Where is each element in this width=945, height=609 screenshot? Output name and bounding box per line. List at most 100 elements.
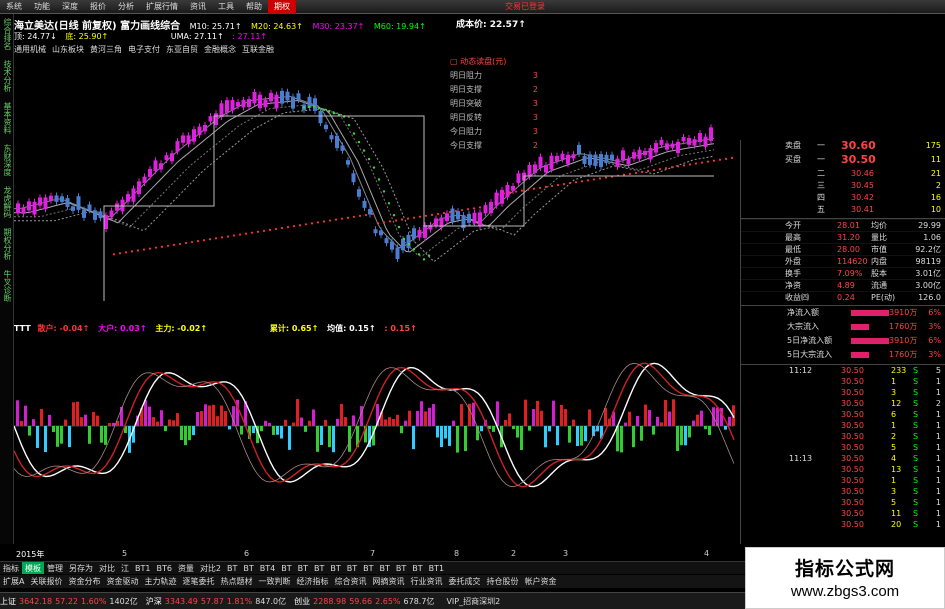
axis-month: 2 bbox=[511, 549, 517, 558]
candlestick-chart[interactable] bbox=[14, 56, 740, 318]
support-dot bbox=[214, 237, 218, 240]
concept-tag[interactable]: 金融概念 bbox=[204, 45, 236, 54]
candle-body bbox=[395, 247, 400, 260]
menu-item-8[interactable]: 帮助 bbox=[240, 0, 268, 14]
support-dot bbox=[688, 163, 692, 166]
menu-item-3[interactable]: 报价 bbox=[84, 0, 112, 14]
indicator-tab-2[interactable]: 管理 bbox=[44, 562, 66, 574]
left-tab-0[interactable]: 综合排名 bbox=[2, 18, 13, 50]
extension-tab-0[interactable]: 扩展A bbox=[0, 575, 27, 588]
extension-tab-4[interactable]: 主力轨迹 bbox=[141, 575, 179, 588]
extension-tab-3[interactable]: 资金驱动 bbox=[103, 575, 141, 588]
indicator-tab-14[interactable]: BT bbox=[295, 562, 311, 574]
order-volume: 2 bbox=[935, 181, 941, 190]
indicator-tab-20[interactable]: BT bbox=[393, 562, 409, 574]
support-dot bbox=[514, 190, 518, 193]
candle-body bbox=[93, 210, 97, 220]
menu-item-7[interactable]: 工具 bbox=[212, 0, 240, 14]
index-quote[interactable]: 沪深 3343.49 57.87 1.81% 847.0亿 bbox=[146, 597, 286, 606]
indicator-tab-16[interactable]: BT bbox=[327, 562, 343, 574]
candle-body bbox=[637, 149, 642, 159]
extension-tab-11[interactable]: 行业资讯 bbox=[407, 575, 445, 588]
concept-tag[interactable]: 电子支付 bbox=[128, 45, 160, 54]
menu-item-5[interactable]: 扩展行情 bbox=[140, 0, 184, 14]
extension-tab-6[interactable]: 热点题材 bbox=[217, 575, 255, 588]
support-dot bbox=[190, 240, 194, 244]
indicator-tab-9[interactable]: 对比2 bbox=[197, 562, 224, 574]
extension-tab-2[interactable]: 资金分布 bbox=[65, 575, 103, 588]
candle-body bbox=[588, 154, 592, 165]
tick-list[interactable]: 11:12 30.50 233 S 5 30.50 1 S 1 30.50 3 S 1 30.50 12 S 2… bbox=[741, 364, 945, 530]
extension-tab-10[interactable]: 网摘资讯 bbox=[369, 575, 407, 588]
concept-tag[interactable]: 通用机械 bbox=[14, 45, 46, 54]
candle-body bbox=[230, 100, 235, 111]
left-tab-1[interactable]: 技术分析 bbox=[2, 60, 13, 92]
indicator-tab-19[interactable]: BT bbox=[377, 562, 393, 574]
menu-item-0[interactable]: 系统 bbox=[0, 0, 28, 14]
extension-tab-14[interactable]: 帐户资金 bbox=[521, 575, 559, 588]
money-flow: 净流入额 3910万 6% 大宗流入 1760万 3% 5日净流入额 3910万 6% 5日大宗流… bbox=[741, 305, 945, 362]
indicator-tab-13[interactable]: BT bbox=[278, 562, 294, 574]
indicator-tab-15[interactable]: BT bbox=[311, 562, 327, 574]
index-quote[interactable]: 创业 2288.98 59.66 2.65% 678.7亿 bbox=[294, 597, 434, 606]
left-tab-2[interactable]: 基本资料 bbox=[2, 102, 13, 134]
flow-histogram-bar bbox=[24, 405, 27, 426]
candle-body bbox=[577, 144, 581, 155]
indicator-tab-4[interactable]: 对比 bbox=[96, 562, 118, 574]
extension-tab-1[interactable]: 关联报价 bbox=[27, 575, 65, 588]
indicator-tab-18[interactable]: BT bbox=[360, 562, 376, 574]
concept-tag[interactable]: 互联金融 bbox=[242, 45, 274, 54]
menu-item-2[interactable]: 深度 bbox=[56, 0, 84, 14]
concept-tag[interactable]: 黄河三角 bbox=[90, 45, 122, 54]
extension-tab-5[interactable]: 逐笔委托 bbox=[179, 575, 217, 588]
order-level[interactable]: 卖盘 一 30.60 175 bbox=[741, 140, 945, 154]
left-tab-5[interactable]: 期权分析 bbox=[2, 228, 13, 260]
indicator-tab-1[interactable]: 模板 bbox=[22, 562, 44, 574]
extension-tab-12[interactable]: 委托成交 bbox=[445, 575, 483, 588]
left-tab-4[interactable]: 龙虎解码 bbox=[2, 186, 13, 218]
left-tab-3[interactable]: 东财深度 bbox=[2, 144, 13, 176]
extension-tab-8[interactable]: 经济指标 bbox=[293, 575, 331, 588]
indicator-tab-17[interactable]: BT bbox=[344, 562, 360, 574]
index-quote[interactable]: 上证 3642.18 57.22 1.60% 1402亿 bbox=[0, 597, 138, 606]
menu-item-4[interactable]: 分析 bbox=[112, 0, 140, 14]
flow-histogram-bar bbox=[408, 410, 411, 426]
indicator-tab-6[interactable]: BT1 bbox=[132, 562, 153, 574]
order-level[interactable]: 五 30.41 10 bbox=[741, 204, 945, 216]
order-level[interactable]: 四 30.42 16 bbox=[741, 192, 945, 204]
signal-dot bbox=[392, 214, 396, 217]
indicator-tab-8[interactable]: 资量 bbox=[175, 562, 197, 574]
left-tab-6[interactable]: 牛叉诊断 bbox=[2, 270, 13, 302]
tick-volume: 11 bbox=[891, 509, 902, 518]
order-level[interactable]: 三 30.45 2 bbox=[741, 180, 945, 192]
extension-tab-7[interactable]: 一致判断 bbox=[255, 575, 293, 588]
support-dot bbox=[574, 181, 578, 184]
menu-item-6[interactable]: 资讯 bbox=[184, 0, 212, 14]
candle-body bbox=[186, 135, 191, 145]
indicator-tab-21[interactable]: BT bbox=[409, 562, 425, 574]
indicator-tab-22[interactable]: BT1 bbox=[426, 562, 447, 574]
order-level[interactable]: 买盘 一 30.50 11 bbox=[741, 154, 945, 168]
indicator-tab-0[interactable]: 指标 bbox=[0, 562, 22, 574]
indicator-chart[interactable] bbox=[14, 334, 740, 548]
menu-item-options[interactable]: 期权 bbox=[268, 0, 296, 14]
concept-tag[interactable]: 山东板块 bbox=[52, 45, 84, 54]
indicator-tab-3[interactable]: 另存为 bbox=[66, 562, 96, 574]
indicator-tab-10[interactable]: BT bbox=[224, 562, 240, 574]
extension-tab-13[interactable]: 持仓股份 bbox=[483, 575, 521, 588]
tick-volume: 5 bbox=[891, 443, 897, 452]
flow-histogram-bar bbox=[308, 420, 311, 426]
indicator-tab-5[interactable]: 江 bbox=[118, 562, 132, 574]
concept-tag[interactable]: 东亚自贸 bbox=[166, 45, 198, 54]
order-level[interactable]: 二 30.46 21 bbox=[741, 168, 945, 180]
indicator-tab-12[interactable]: BT4 bbox=[257, 562, 278, 574]
extension-tab-9[interactable]: 综合资讯 bbox=[331, 575, 369, 588]
tick-count: 1 bbox=[935, 498, 941, 507]
menu-item-1[interactable]: 功能 bbox=[28, 0, 56, 14]
tick-flag: S bbox=[913, 421, 919, 430]
flow-histogram-bar bbox=[656, 416, 659, 426]
indicator-tab-7[interactable]: BT6 bbox=[153, 562, 174, 574]
support-dot bbox=[286, 226, 290, 229]
signal-dot bbox=[307, 105, 311, 109]
indicator-tab-11[interactable]: BT bbox=[240, 562, 256, 574]
